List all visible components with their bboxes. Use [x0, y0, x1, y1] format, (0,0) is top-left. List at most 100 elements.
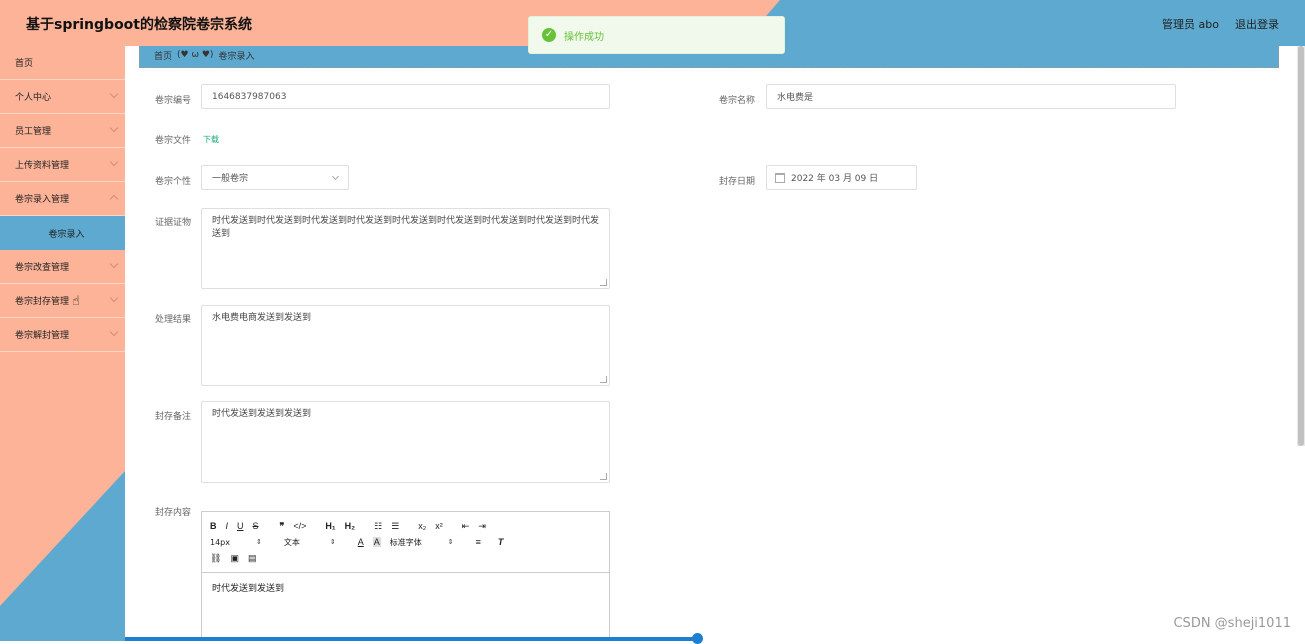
- breadcrumb-home[interactable]: 首页: [154, 49, 172, 62]
- case-type-value: 一般卷宗: [212, 174, 249, 184]
- font-family-value: 标准字体: [389, 537, 422, 547]
- font-size-select[interactable]: 14px ⇕: [210, 538, 262, 547]
- user-label[interactable]: 管理员 abo: [1162, 16, 1219, 32]
- resize-handle-icon[interactable]: [600, 279, 607, 286]
- clear-format-icon[interactable]: T: [498, 537, 504, 547]
- case-no-input[interactable]: 1646837987063: [201, 84, 610, 109]
- select-arrows-icon: ⇕: [256, 538, 262, 546]
- sidebar-item-label: 卷宗改查管理: [15, 263, 70, 273]
- user-area: 管理员 abo 退出登录: [1162, 16, 1279, 32]
- font-size-value: 14px: [210, 537, 230, 547]
- app-title: 基于springboot的检察院卷宗系统: [26, 17, 252, 33]
- chevron-up-icon: [109, 194, 119, 204]
- bold-icon[interactable]: B: [210, 521, 217, 531]
- chevron-down-icon: [109, 157, 119, 167]
- code-icon[interactable]: </>: [293, 521, 306, 531]
- video-icon[interactable]: ▤: [248, 553, 257, 564]
- background-color-icon[interactable]: A: [372, 537, 381, 547]
- chevron-down-icon: [331, 172, 340, 181]
- case-no-label: 卷宗编号: [155, 96, 192, 106]
- sidebar-item-label: 首页: [15, 59, 34, 69]
- logout-button[interactable]: 退出登录: [1235, 16, 1279, 32]
- result-text: 水电费电商发送到发送到: [212, 313, 312, 323]
- sidebar-subitem-case-entry[interactable]: 卷宗录入: [0, 216, 125, 250]
- chevron-down-icon: [109, 327, 119, 337]
- heading2-icon[interactable]: H₂: [345, 521, 356, 531]
- chevron-down-icon: [109, 293, 119, 303]
- paragraph-value: 文本: [283, 537, 300, 547]
- case-name-input[interactable]: 水电费是: [766, 84, 1176, 109]
- bottom-progress-bar: [125, 637, 700, 641]
- sidebar-item-profile[interactable]: 个人中心: [0, 80, 125, 114]
- indent-icon[interactable]: ⇥: [478, 521, 486, 532]
- success-toast: ✓ 操作成功: [528, 16, 785, 54]
- breadcrumb-decor: (♥ ω ♥): [177, 50, 214, 60]
- sidebar-item-case-edit[interactable]: 卷宗改查管理: [0, 250, 125, 284]
- paragraph-select[interactable]: 文本 ⇕: [284, 537, 336, 548]
- sidebar-menu: 首页 个人中心 员工管理 上传资料管理 卷宗录入管理 卷宗录入 卷宗改查管理 卷…: [0, 46, 125, 352]
- resize-handle-icon[interactable]: [600, 376, 607, 383]
- scrollbar-thumb[interactable]: [1298, 46, 1304, 446]
- editor-content[interactable]: 时代发送到发送到: [202, 573, 609, 602]
- sidebar-item-uploads[interactable]: 上传资料管理: [0, 148, 125, 182]
- sidebar-item-label: 个人中心: [15, 93, 52, 103]
- result-label: 处理结果: [155, 315, 192, 325]
- note-textarea[interactable]: 时代发送到发送到发送到: [201, 401, 610, 483]
- ordered-list-icon[interactable]: ☷: [374, 521, 382, 532]
- check-icon: ✓: [542, 28, 556, 42]
- breadcrumb-current: 卷宗录入: [218, 51, 255, 62]
- download-link[interactable]: 下载: [203, 134, 219, 145]
- sidebar-item-staff[interactable]: 员工管理: [0, 114, 125, 148]
- sidebar-item-case-unseal[interactable]: 卷宗解封管理: [0, 318, 125, 352]
- calendar-icon: [775, 172, 785, 183]
- blockquote-icon[interactable]: ❞: [280, 521, 285, 532]
- italic-icon[interactable]: I: [226, 521, 229, 531]
- progress-handle[interactable]: [692, 633, 703, 644]
- case-file-label: 卷宗文件: [155, 136, 192, 146]
- link-icon[interactable]: ⛓: [210, 553, 221, 564]
- sidebar-item-case-entry[interactable]: 卷宗录入管理: [0, 182, 125, 216]
- sidebar-item-label: 卷宗解封管理: [15, 331, 70, 341]
- result-textarea[interactable]: 水电费电商发送到发送到: [201, 305, 610, 386]
- evidence-textarea[interactable]: 时代发送到时代发送到时代发送到时代发送到时代发送到时代发送到时代发送到时代发送到…: [201, 208, 610, 289]
- rich-text-editor: B I U S ❞ </> H₁ H₂ ☷ ☰ x₂ x² ⇤ ⇥ 14px ⇕ …: [201, 511, 610, 641]
- align-icon[interactable]: ≡: [476, 537, 481, 547]
- watermark: CSDN @sheji1011: [1173, 616, 1291, 631]
- sidebar-item-home[interactable]: 首页: [0, 46, 125, 80]
- sidebar-item-label: 卷宗录入: [48, 229, 85, 240]
- bullet-list-icon[interactable]: ☰: [391, 521, 399, 532]
- content-label: 封存内容: [155, 508, 192, 518]
- outdent-icon[interactable]: ⇤: [462, 521, 470, 532]
- sidebar-item-label: 上传资料管理: [15, 161, 70, 171]
- main-content: 首页 (♥ ω ♥) 卷宗录入 卷宗编号 1646837987063 卷宗名称 …: [125, 46, 1297, 641]
- seal-date-value: 2022 年 03 月 09 日: [791, 174, 879, 184]
- editor-toolbar: B I U S ❞ </> H₁ H₂ ☷ ☰ x₂ x² ⇤ ⇥ 14px ⇕ …: [202, 512, 609, 573]
- strikethrough-icon[interactable]: S: [253, 521, 259, 531]
- resize-handle-icon[interactable]: [600, 473, 607, 480]
- sidebar-item-label: 员工管理: [15, 127, 52, 137]
- sidebar-item-label: 卷宗录入管理: [15, 195, 70, 205]
- sidebar: 首页 个人中心 员工管理 上传资料管理 卷宗录入管理 卷宗录入 卷宗改查管理 卷…: [0, 46, 125, 641]
- select-arrows-icon: ⇕: [447, 538, 454, 546]
- chevron-down-icon: [109, 89, 119, 99]
- seal-date-label: 封存日期: [719, 177, 756, 187]
- toast-message: 操作成功: [564, 31, 604, 43]
- evidence-label: 证据证物: [155, 218, 192, 228]
- sidebar-item-case-seal[interactable]: 卷宗封存管理: [0, 284, 125, 318]
- font-family-select[interactable]: 标准字体 ⇕: [390, 537, 454, 548]
- chevron-down-icon: [109, 123, 119, 133]
- case-type-select[interactable]: 一般卷宗: [201, 165, 349, 190]
- evidence-text: 时代发送到时代发送到时代发送到时代发送到时代发送到时代发送到时代发送到时代发送到…: [212, 216, 600, 239]
- superscript-icon[interactable]: x²: [435, 521, 443, 531]
- font-color-icon[interactable]: A: [358, 537, 364, 547]
- seal-date-picker[interactable]: 2022 年 03 月 09 日: [766, 165, 917, 190]
- underline-icon[interactable]: U: [237, 521, 244, 531]
- page-scrollbar[interactable]: [1297, 46, 1305, 446]
- image-icon[interactable]: ▣: [230, 553, 239, 564]
- case-name-label: 卷宗名称: [719, 96, 756, 106]
- heading1-icon[interactable]: H₁: [325, 521, 335, 531]
- chevron-down-icon: [109, 259, 119, 269]
- select-arrows-icon: ⇕: [329, 538, 336, 546]
- subscript-icon[interactable]: x₂: [418, 521, 426, 531]
- sidebar-item-label: 卷宗封存管理: [15, 297, 70, 307]
